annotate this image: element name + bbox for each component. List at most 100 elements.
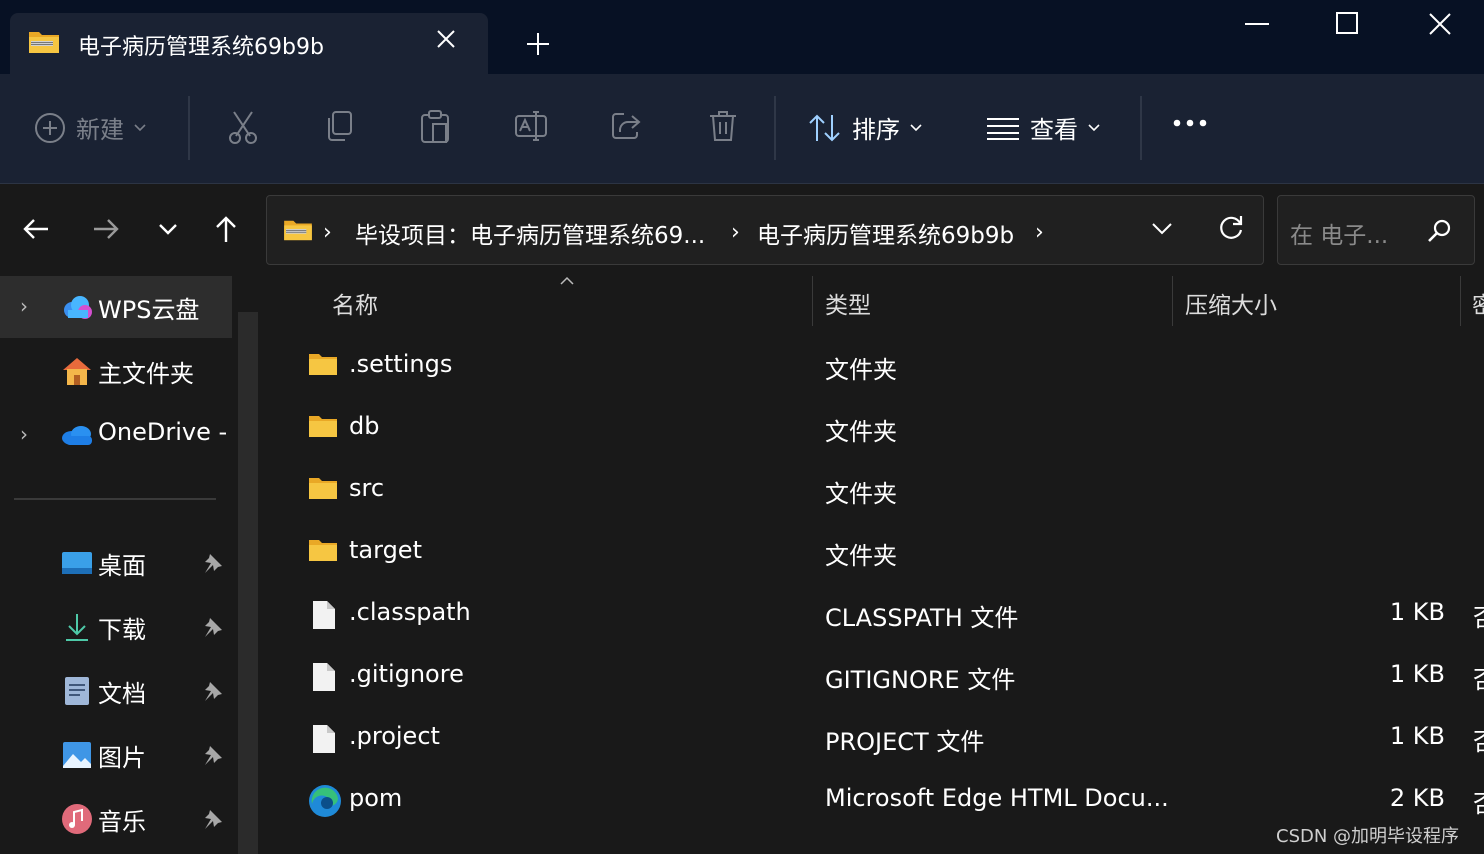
breadcrumb-item[interactable]: 电子病历管理系统69b9b [757,216,1014,250]
plus-icon[interactable] [524,30,552,58]
file-type: Microsoft Edge HTML Docu... [825,784,1169,812]
pin-icon[interactable] [202,808,224,830]
pin-icon[interactable] [202,616,224,638]
file-type: 文件夹 [825,542,897,570]
sidebar-item-desktop[interactable]: 桌面 [0,532,232,594]
file-type: CLASSPATH 文件 [825,604,1019,632]
share-icon [612,113,641,139]
expand-chevron-icon[interactable]: › [20,294,28,318]
sort-icon [809,114,840,141]
forward-arrow-icon[interactable] [90,213,122,245]
rename-button[interactable] [514,110,548,142]
file-icon [313,601,335,629]
back-arrow-icon[interactable] [20,213,52,245]
file-name: .project [349,722,440,750]
file-type: GITIGNORE 文件 [825,666,1016,694]
address-row: › 毕设项目：电子病历管理系统69... › 电子病历管理系统69b9b › 在… [0,185,1484,276]
file-name: .settings [349,350,453,378]
delete-button[interactable] [708,110,738,142]
table-row[interactable]: target 文件夹 [272,522,1484,584]
sidebar-item-onedrive[interactable]: › OneDrive - [0,404,232,466]
copy-icon [328,111,352,141]
chevron-down-icon [910,123,922,131]
history-chevron-icon[interactable] [1151,222,1173,236]
search-placeholder: 在 电子... [1290,223,1389,249]
file-name: db [349,412,380,440]
sidebar-item-downloads[interactable]: 下载 [0,596,232,658]
up-arrow-icon[interactable] [210,213,242,245]
sidebar-item-home[interactable]: 主文件夹 [0,340,232,402]
toolbar-divider [188,96,190,160]
sidebar-item-label: 图片 [98,744,146,772]
file-size: 1 KB [1389,722,1445,750]
navigation-pane: › WPS云盘 主文件夹 › OneDrive - 桌面 下载 文档 图片 音乐 [0,276,258,854]
sidebar-item-label: OneDrive - [98,418,228,446]
pin-icon[interactable] [202,552,224,574]
view-label: 查看 [1030,116,1078,144]
table-row[interactable]: .settings 文件夹 [272,336,1484,398]
toolbar-divider [774,96,776,160]
close-icon[interactable] [434,27,458,51]
zip-folder-icon [29,32,59,53]
file-list: 名称 类型 压缩大小 密 .settings 文件夹 db 文件夹 src 文件… [272,276,1484,854]
paste-button[interactable] [420,110,450,144]
delete-icon [710,111,736,141]
sidebar-item-pictures[interactable]: 图片 [0,724,232,786]
copy-button[interactable] [324,110,354,142]
chevron-down-icon [134,123,146,131]
file-extra: 否 [1473,660,1484,695]
sidebar-item-label: WPS云盘 [98,296,200,324]
more-button[interactable] [1172,118,1208,128]
file-name: target [349,536,422,564]
search-input[interactable]: 在 电子... [1277,195,1475,265]
maximize-icon[interactable] [1336,12,1358,34]
sidebar-item-label: 文档 [98,680,146,708]
recent-chevron-icon[interactable] [152,213,184,245]
pin-icon[interactable] [202,744,224,766]
tab-current[interactable]: 电子病历管理系统69b9b [10,13,488,75]
music-icon [62,804,92,834]
more-icon [1173,119,1207,127]
column-divider[interactable] [812,276,813,326]
sidebar-item-music[interactable]: 音乐 [0,788,232,850]
rename-icon [515,111,547,141]
view-icon [987,117,1019,140]
table-row[interactable]: .gitignore GITIGNORE 文件 1 KB 否 [272,646,1484,708]
search-icon [1428,219,1451,242]
table-row[interactable]: src 文件夹 [272,460,1484,522]
table-row[interactable]: .classpath CLASSPATH 文件 1 KB 否 [272,584,1484,646]
sort-label: 排序 [852,116,900,144]
sidebar-scrollbar[interactable] [238,312,258,854]
sidebar-item-documents[interactable]: 文档 [0,660,232,722]
sort-button[interactable]: 排序 [808,110,922,145]
new-button[interactable]: 新建 [34,110,146,145]
column-divider[interactable] [1172,276,1173,326]
minimize-icon[interactable] [1244,20,1270,30]
address-bar[interactable]: › 毕设项目：电子病历管理系统69... › 电子病历管理系统69b9b › [266,195,1264,265]
expand-chevron-icon[interactable]: › [20,422,28,446]
download-icon [66,614,88,641]
sidebar-item-wps-cloud[interactable]: › WPS云盘 [0,276,232,338]
window-close-icon[interactable] [1428,12,1452,36]
file-type: 文件夹 [825,418,897,446]
desktop-icon [62,552,92,574]
file-extra: 否 [1473,784,1484,819]
table-row[interactable]: .project PROJECT 文件 1 KB 否 [272,708,1484,770]
file-size: 1 KB [1389,598,1445,626]
view-button[interactable]: 查看 [986,110,1100,145]
share-button[interactable] [610,110,642,140]
column-divider[interactable] [1460,276,1461,326]
column-header-compressed-size[interactable]: 压缩大小 [1185,286,1277,320]
column-header-type[interactable]: 类型 [825,286,871,320]
pin-icon[interactable] [202,680,224,702]
column-header-name[interactable]: 名称 [332,286,378,320]
cloud-icon [64,296,92,319]
breadcrumb-item[interactable]: 毕设项目：电子病历管理系统69... [355,216,705,250]
cut-button[interactable] [228,110,258,144]
refresh-icon[interactable] [1217,214,1245,242]
table-row[interactable]: db 文件夹 [272,398,1484,460]
column-header-extra[interactable]: 密 [1472,286,1484,320]
folder-icon [309,540,337,561]
file-extra: 否 [1473,598,1484,633]
folder-icon [309,416,337,437]
